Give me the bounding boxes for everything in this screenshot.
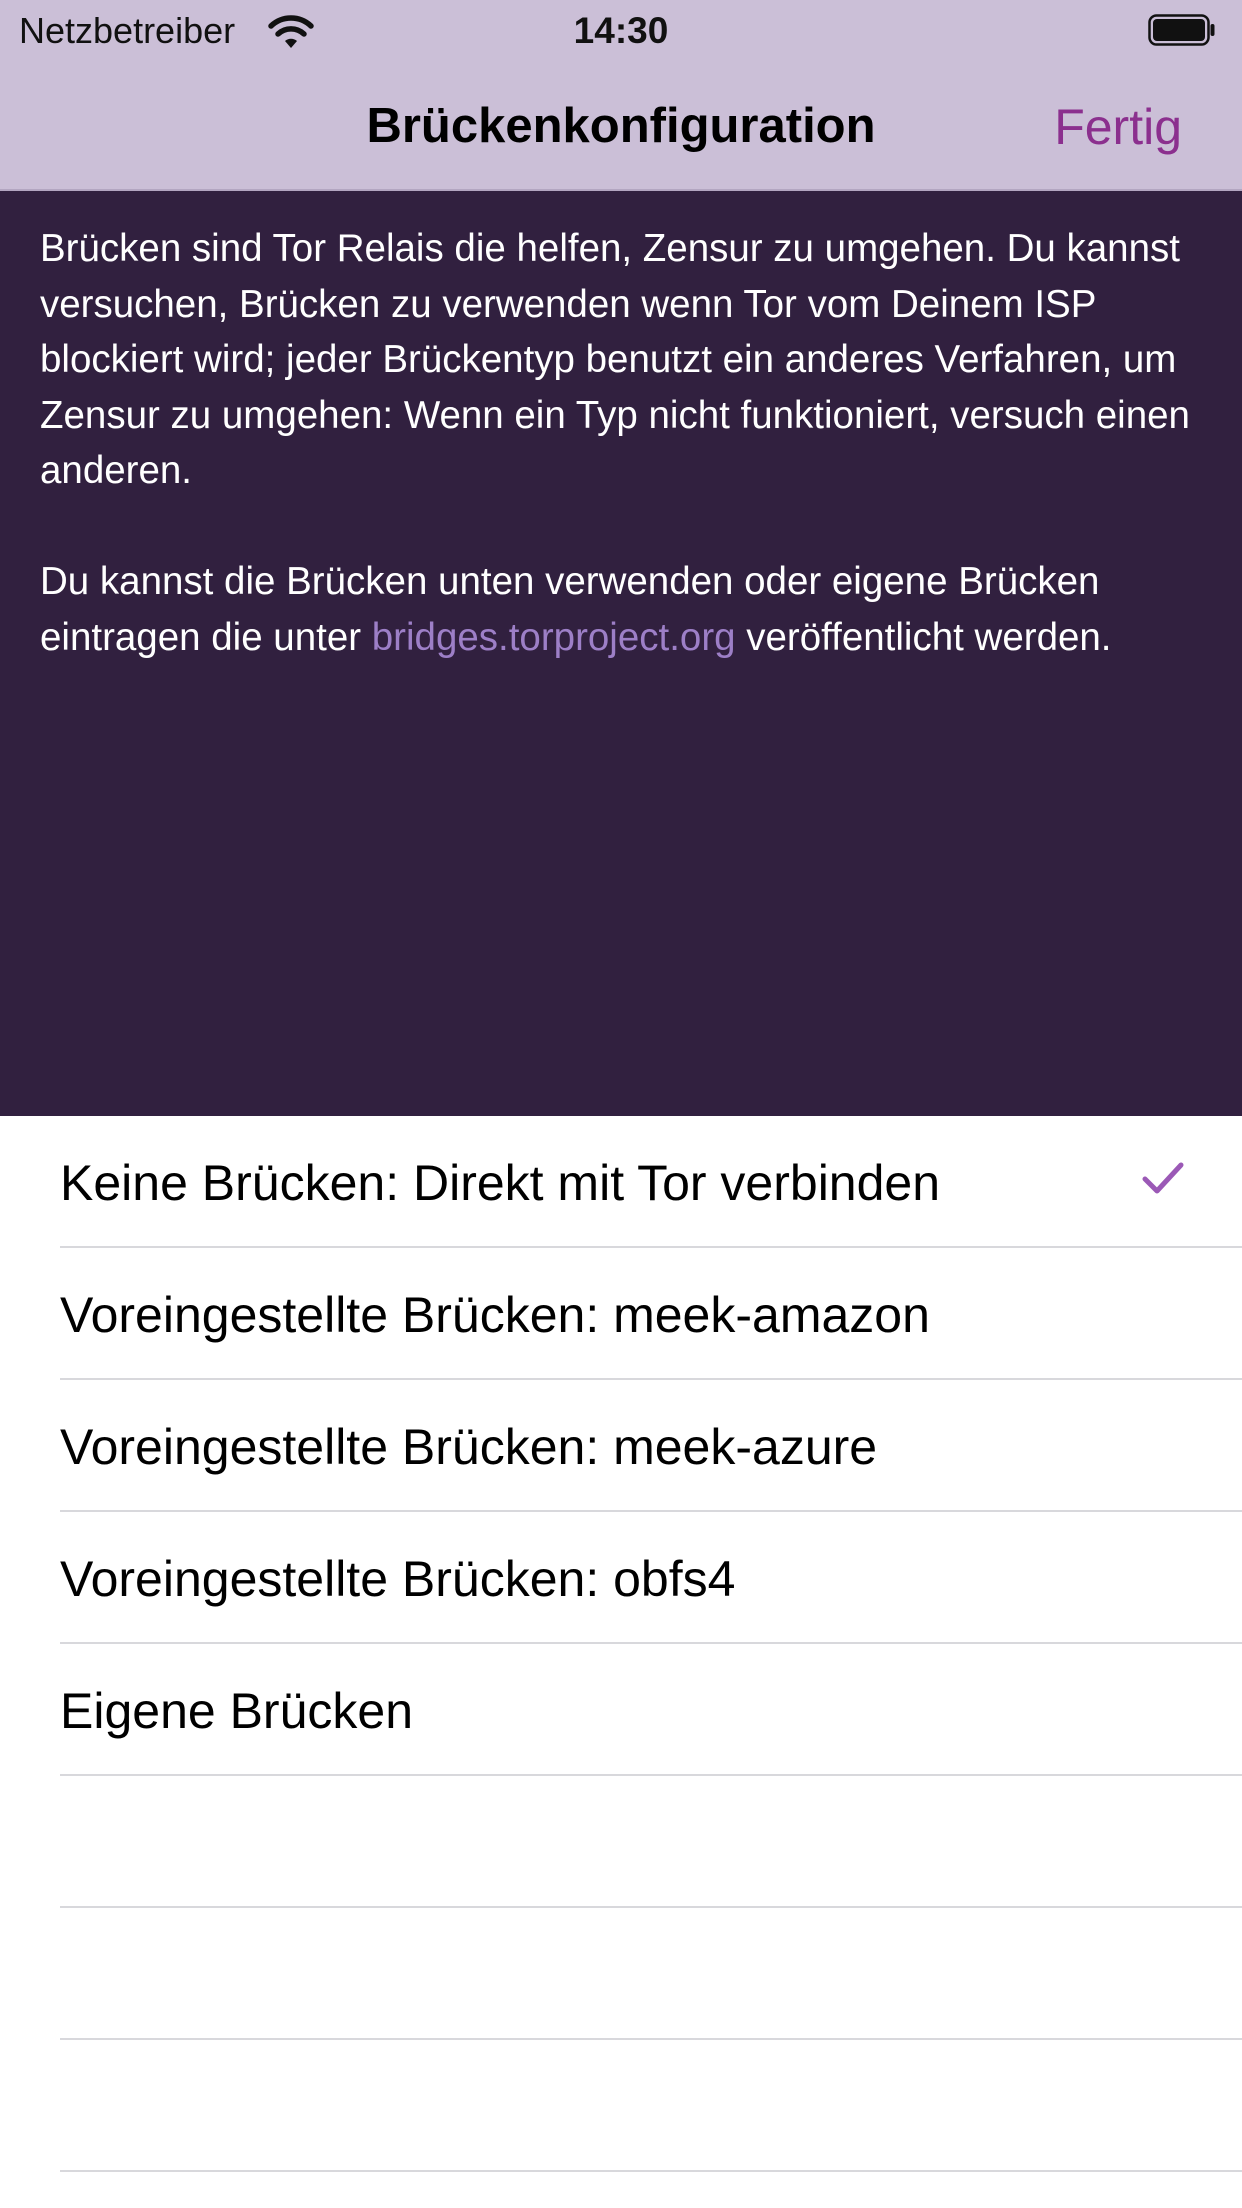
option-label: Voreingestellte Brücken: meek-azure (60, 1419, 878, 1475)
bridge-options-list: Keine Brücken: Direkt mit Tor verbinden … (0, 1116, 1242, 2172)
option-label: Keine Brücken: Direkt mit Tor verbinden (60, 1155, 941, 1211)
option-label: Eigene Brücken (60, 1683, 414, 1739)
option-meek-amazon[interactable]: Voreingestellte Brücken: meek-amazon (0, 1248, 1242, 1380)
row-separator (60, 2170, 1242, 2172)
done-button[interactable]: Fertig (1054, 98, 1182, 156)
option-label: Voreingestellte Brücken: meek-amazon (60, 1287, 930, 1343)
empty-row (0, 1908, 1242, 2040)
info-paragraph: Du kannst die Brücken unten verwenden od… (40, 554, 1210, 665)
option-label: Voreingestellte Brücken: obfs4 (60, 1551, 736, 1607)
bridges-link[interactable]: bridges.torproject.org (372, 616, 736, 659)
checkmark-icon (1142, 1162, 1184, 1194)
status-time: 14:30 (573, 10, 669, 51)
option-no-bridges[interactable]: Keine Brücken: Direkt mit Tor verbinden (0, 1116, 1242, 1248)
battery-full-icon (1148, 14, 1215, 46)
status-bar: Netzbetreiber 14:30 (0, 0, 1242, 64)
info-text: veröffentlicht werden. (735, 615, 1112, 659)
info-paragraph: Brücken sind Tor Relais die helfen, Zens… (40, 227, 1190, 492)
empty-row (0, 2040, 1242, 2172)
option-obfs4[interactable]: Voreingestellte Brücken: obfs4 (0, 1512, 1242, 1644)
option-custom-bridges[interactable]: Eigene Brücken (0, 1644, 1242, 1776)
empty-row (0, 1776, 1242, 1908)
option-meek-azure[interactable]: Voreingestellte Brücken: meek-azure (0, 1380, 1242, 1512)
navigation-bar: Netzbetreiber 14:30 Brückenkonfiguration… (0, 0, 1242, 191)
bridge-info-panel: Brücken sind Tor Relais die helfen, Zens… (0, 191, 1242, 1116)
